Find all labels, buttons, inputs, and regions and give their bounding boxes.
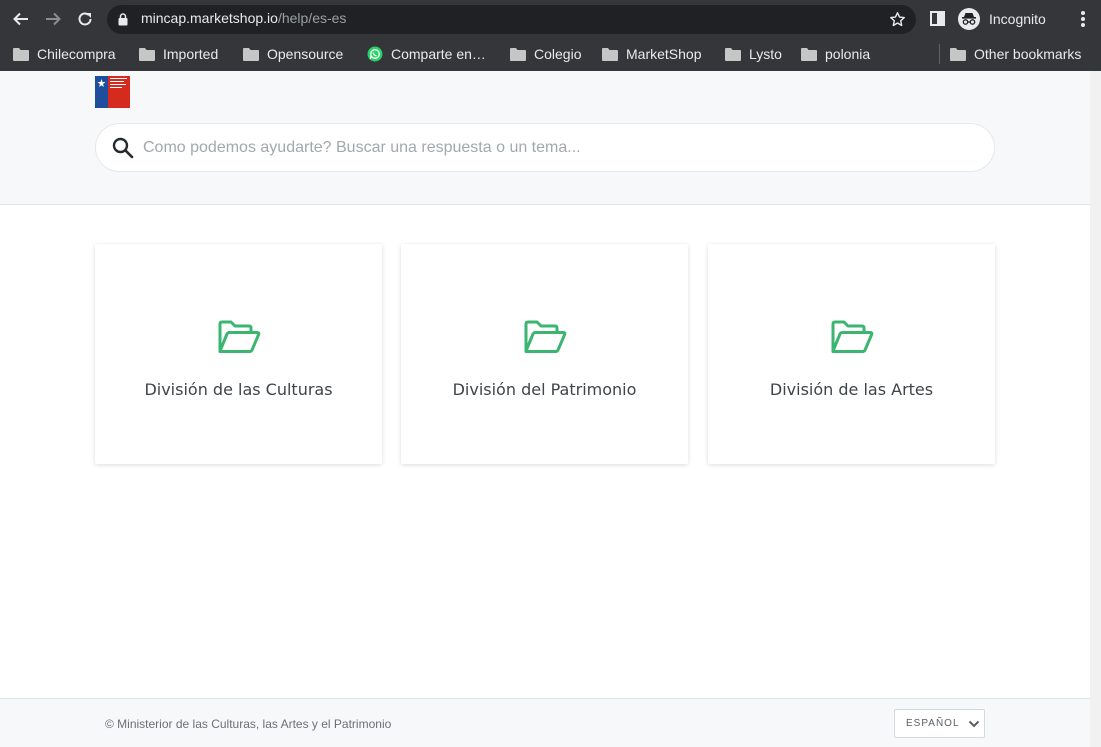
folder-open-icon [524,320,567,353]
bookmark-label: Other bookmarks [974,46,1082,62]
star-icon[interactable] [889,11,906,28]
bookmark-label: Comparte en… [391,46,486,62]
folder-icon [13,46,29,62]
category-card-patrimonio[interactable]: División del Patrimonio [401,244,688,464]
bookmark-lysto[interactable]: Lysto [725,44,782,64]
whatsapp-icon [367,46,383,62]
language-selector[interactable]: ESPAÑOL [894,709,985,738]
bookmark-label: MarketShop [626,46,702,62]
hero-header [0,71,1090,205]
bookmark-label: polonia [825,46,871,62]
incognito-icon [958,8,980,30]
chevron-down-icon [968,720,979,727]
category-title: División de las Artes [769,380,934,399]
copyright-text: © Ministerior de las Culturas, las Artes… [105,717,392,731]
bookmark-other[interactable]: Other bookmarks [950,44,1081,64]
forward-button[interactable] [41,7,65,31]
bookmark-polonia[interactable]: polonia [801,44,870,64]
address-bar[interactable]: mincap.marketshop.io/help/es-es [107,5,916,34]
arrow-left-icon [13,12,28,26]
search-icon [112,137,134,159]
arrow-right-icon [46,12,61,26]
category-title: División del Patrimonio [452,380,637,399]
folder-icon [602,46,618,62]
url-text: mincap.marketshop.io/help/es-es [141,10,346,26]
bookmark-label: Opensource [267,46,344,62]
bookmark-label: Lysto [749,46,782,62]
bookmark-chilecompra[interactable]: Chilecompra [13,44,116,64]
bookmark-marketshop[interactable]: MarketShop [602,44,701,64]
reload-button[interactable] [73,7,97,31]
folder-icon [950,46,966,62]
back-button[interactable] [9,7,33,31]
category-title: División de las Culturas [144,380,333,399]
bookmarks-divider [939,44,940,64]
language-label: ESPAÑOL [906,718,960,729]
page-footer: © Ministerior de las Culturas, las Artes… [0,698,1090,747]
search-bar[interactable] [95,123,995,172]
incognito-profile[interactable]: Incognito [958,7,1046,31]
menu-kebab-icon[interactable] [1075,9,1091,29]
folder-open-icon [218,320,261,353]
url-path: /help/es-es [277,10,347,26]
bookmark-label: Chilecompra [37,46,116,62]
folder-icon [725,46,741,62]
folder-open-icon [831,320,874,353]
side-panel-icon[interactable] [930,11,945,26]
lock-icon [118,13,128,26]
page-scrollbar[interactable] [1090,71,1101,747]
browser-toolbar: mincap.marketshop.io/help/es-es Incognit… [0,0,1101,38]
url-host: mincap.marketshop.io [141,10,278,26]
bookmark-colegio[interactable]: Colegio [510,44,581,64]
bookmark-imported[interactable]: Imported [139,44,218,64]
folder-icon [510,46,526,62]
bookmark-label: Imported [163,46,219,62]
bookmark-opensource[interactable]: Opensource [243,44,343,64]
folder-icon [243,46,259,62]
ministry-logo[interactable] [95,76,130,108]
bookmark-comparte[interactable]: Comparte en… [367,44,486,64]
bookmarks-bar: Chilecompra Imported Opensource Comparte… [0,38,1101,71]
category-card-artes[interactable]: División de las Artes [708,244,995,464]
page-content: División de las Culturas División del Pa… [0,71,1090,747]
folder-icon [801,46,817,62]
incognito-label: Incognito [989,11,1046,27]
category-card-culturas[interactable]: División de las Culturas [95,244,382,464]
folder-icon [139,46,155,62]
bookmark-label: Colegio [534,46,582,62]
reload-icon [78,12,92,26]
search-input[interactable] [143,136,963,160]
